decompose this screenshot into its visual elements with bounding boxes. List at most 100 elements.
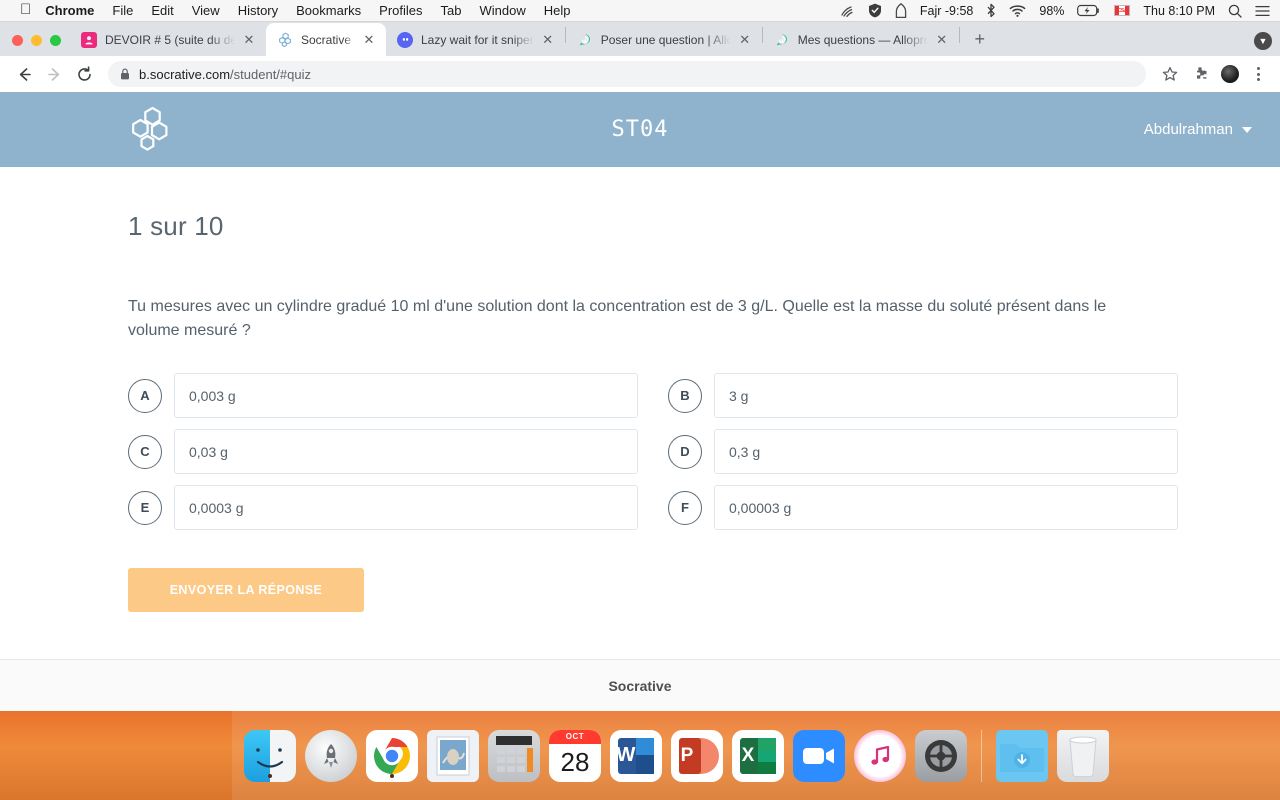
macos-dock: OCT 28 W P X — [232, 711, 1280, 800]
menu-item-chrome[interactable]: Chrome — [45, 3, 94, 18]
socrative-header: ST04 Abdulrahman — [0, 92, 1280, 167]
lock-icon[interactable] — [120, 68, 130, 80]
kebab-menu-icon[interactable] — [1246, 60, 1270, 88]
dock-item-calendar[interactable]: OCT 28 — [549, 729, 601, 782]
url-path: /student/#quiz — [230, 66, 311, 82]
menu-item-window[interactable]: Window — [480, 3, 526, 18]
dock-item-powerpoint[interactable]: P — [671, 729, 723, 782]
close-icon[interactable]: ✕ — [934, 32, 950, 48]
puzzle-icon[interactable] — [1186, 60, 1214, 88]
input-source-csa-icon[interactable]: CSA — [1114, 5, 1131, 16]
battery-percent-label[interactable]: 98% — [1039, 4, 1064, 18]
trash-icon — [1057, 729, 1109, 782]
dock-item-downloads[interactable] — [996, 729, 1048, 782]
address-bar[interactable]: b.socrative.com/student/#quiz — [108, 61, 1146, 87]
new-tab-button[interactable]: + — [966, 25, 994, 53]
option-d[interactable]: D 0,3 g — [668, 429, 1178, 474]
socrative-favicon — [277, 32, 293, 48]
menu-item-file[interactable]: File — [112, 3, 133, 18]
star-icon[interactable] — [1156, 60, 1184, 88]
menu-item-tab[interactable]: Tab — [441, 3, 462, 18]
devoir-favicon — [81, 31, 97, 48]
close-icon[interactable]: ✕ — [540, 32, 556, 48]
option-text[interactable]: 0,3 g — [714, 429, 1178, 474]
menu-item-history[interactable]: History — [238, 3, 278, 18]
option-text[interactable]: 0,003 g — [174, 373, 638, 418]
reload-icon[interactable] — [70, 60, 98, 88]
tab-title: Mes questions — Alloprof — [797, 32, 928, 47]
menu-bar-items:  Chrome File Edit View History Bookmark… — [8, 2, 589, 18]
battery-charging-icon[interactable] — [1077, 4, 1101, 17]
option-c[interactable]: C 0,03 g — [128, 429, 638, 474]
shield-check-icon[interactable] — [868, 3, 882, 18]
menu-item-view[interactable]: View — [192, 3, 220, 18]
user-menu[interactable]: Abdulrahman — [1144, 121, 1252, 138]
launchpad-icon — [305, 729, 357, 782]
calendar-icon: OCT 28 — [549, 729, 601, 782]
apple-icon[interactable]:  — [20, 2, 31, 17]
option-letter: A — [128, 378, 162, 413]
tab-socrative[interactable]: Socrative ✕ — [266, 23, 386, 56]
search-icon[interactable] — [1228, 4, 1242, 18]
chevron-down-icon[interactable]: ▼ — [1254, 32, 1272, 50]
option-e[interactable]: E 0,0003 g — [128, 485, 638, 530]
close-icon[interactable]: ✕ — [241, 32, 257, 48]
option-letter: B — [668, 378, 702, 413]
running-indicator — [390, 773, 394, 778]
dock-item-trash[interactable] — [1057, 729, 1109, 782]
fajr-time-label[interactable]: Fajr -9:58 — [920, 4, 974, 18]
option-f[interactable]: F 0,00003 g — [668, 485, 1178, 530]
tab-poser-une-question[interactable]: Poser une question | Allopr ✕ — [566, 23, 762, 56]
bluetooth-icon[interactable] — [986, 3, 996, 18]
option-letter: F — [668, 490, 702, 525]
page-footer: Socrative — [0, 659, 1280, 711]
dock-item-launchpad[interactable] — [305, 729, 357, 782]
dock-item-system-preferences[interactable] — [915, 729, 967, 782]
downloads-folder-icon — [996, 729, 1048, 782]
mosque-icon[interactable] — [895, 3, 907, 18]
tab-search-area: ▼ — [1254, 32, 1272, 50]
dock-item-zoom[interactable] — [793, 729, 845, 782]
finder-icon — [244, 729, 296, 782]
option-a[interactable]: A 0,003 g — [128, 373, 638, 418]
close-icon[interactable]: ✕ — [737, 32, 753, 48]
option-text[interactable]: 0,00003 g — [714, 485, 1178, 530]
footer-brand: Socrative — [608, 677, 672, 694]
menu-item-edit[interactable]: Edit — [151, 3, 173, 18]
close-window-button[interactable] — [12, 35, 23, 46]
option-text[interactable]: 0,03 g — [174, 429, 638, 474]
minimize-window-button[interactable] — [31, 35, 42, 46]
option-b[interactable]: B 3 g — [668, 373, 1178, 418]
menu-item-profiles[interactable]: Profiles — [379, 3, 422, 18]
control-center-icon[interactable] — [1255, 5, 1270, 17]
airdrop-icon[interactable] — [840, 4, 855, 17]
clock-label[interactable]: Thu 8:10 PM — [1143, 4, 1215, 18]
answer-options-grid: A 0,003 g B 3 g C 0,03 g D 0,3 g E 0,000… — [128, 373, 1178, 530]
option-text[interactable]: 3 g — [714, 373, 1178, 418]
powerpoint-icon: P — [671, 729, 723, 782]
forward-arrow-icon[interactable] — [40, 60, 68, 88]
maximize-window-button[interactable] — [50, 35, 61, 46]
dock-item-word[interactable]: W — [610, 729, 662, 782]
menu-item-help[interactable]: Help — [544, 3, 571, 18]
menu-item-bookmarks[interactable]: Bookmarks — [296, 3, 361, 18]
submit-answer-button[interactable]: ENVOYER LA RÉPONSE — [128, 568, 364, 612]
back-arrow-icon[interactable] — [10, 60, 38, 88]
dock-item-excel[interactable]: X — [732, 729, 784, 782]
dock-item-calculator[interactable] — [488, 729, 540, 782]
dock-item-music[interactable] — [854, 729, 906, 782]
close-icon[interactable]: ✕ — [361, 32, 377, 48]
input-source-label: CSA — [1117, 8, 1128, 14]
option-text[interactable]: 0,0003 g — [174, 485, 638, 530]
wifi-icon[interactable] — [1009, 4, 1026, 17]
dock-item-mail[interactable] — [427, 729, 479, 782]
dock-item-chrome[interactable] — [366, 729, 418, 782]
dock-item-finder[interactable] — [244, 729, 296, 782]
tab-discord[interactable]: Lazy wait for it sniper ✕ — [386, 23, 565, 56]
macos-desktop: OCT 28 W P X — [0, 711, 1280, 800]
avatar[interactable] — [1216, 60, 1244, 88]
tab-devoir[interactable]: DEVOIR # 5 (suite du devo ✕ — [70, 23, 266, 56]
tab-mes-questions[interactable]: Mes questions — Alloprof ✕ — [763, 23, 959, 56]
calendar-day: 28 — [560, 747, 590, 777]
tab-divider — [958, 27, 960, 43]
